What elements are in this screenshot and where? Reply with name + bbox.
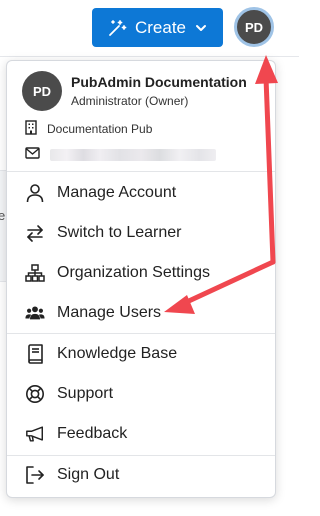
account-dropdown-menu: PD PubAdmin Documentation Administrator … — [6, 60, 276, 498]
menu-item-sign-out[interactable]: Sign Out — [7, 456, 275, 494]
switch-arrows-icon — [25, 223, 45, 243]
magic-wand-icon — [107, 18, 127, 38]
menu-item-label: Sign Out — [57, 466, 120, 483]
avatar: PD — [22, 71, 62, 111]
background-partial-text: e — [0, 208, 6, 223]
menu-item-manage-users[interactable]: Manage Users — [7, 294, 275, 332]
email-row — [25, 147, 216, 163]
menu-item-label: Manage Users — [57, 304, 162, 321]
profile-name: PubAdmin Documentation — [71, 74, 247, 90]
chevron-down-icon — [194, 21, 208, 35]
book-icon — [25, 344, 45, 364]
org-chart-icon — [25, 263, 45, 283]
create-button[interactable]: Create — [92, 8, 223, 47]
create-button-label: Create — [134, 17, 187, 37]
menu-item-switch-to-learner[interactable]: Switch to Learner — [7, 214, 275, 252]
user-icon — [25, 183, 45, 203]
menu-item-label: Manage Account — [57, 184, 177, 201]
menu-divider — [7, 333, 275, 334]
envelope-icon — [25, 146, 40, 164]
menu-item-label: Feedback — [57, 425, 128, 442]
sign-out-icon — [25, 465, 45, 485]
building-icon — [25, 120, 37, 138]
menu-item-label: Switch to Learner — [57, 224, 182, 241]
top-bar-divider — [0, 56, 299, 57]
profile-role: Administrator (Owner) — [71, 94, 189, 108]
menu-item-knowledge-base[interactable]: Knowledge Base — [7, 335, 275, 373]
avatar-initials: PD — [244, 19, 264, 35]
users-icon — [25, 303, 45, 323]
organization-name: Documentation Pub — [47, 122, 153, 136]
menu-item-feedback[interactable]: Feedback — [7, 415, 275, 453]
menu-item-label: Organization Settings — [57, 264, 210, 281]
menu-item-label: Knowledge Base — [57, 345, 178, 362]
organization-row: Documentation Pub — [25, 120, 153, 138]
user-avatar-button[interactable]: PD — [234, 7, 274, 47]
redacted-email — [50, 149, 216, 161]
lifebuoy-icon — [25, 384, 45, 404]
profile-summary: PD PubAdmin Documentation Administrator … — [7, 61, 275, 168]
menu-item-support[interactable]: Support — [7, 375, 275, 413]
menu-item-manage-account[interactable]: Manage Account — [7, 174, 275, 212]
avatar-initials: PD — [32, 83, 52, 99]
megaphone-icon — [25, 424, 45, 444]
menu-item-label: Support — [57, 385, 114, 402]
menu-item-organization-settings[interactable]: Organization Settings — [7, 254, 275, 292]
menu-divider — [7, 171, 275, 172]
